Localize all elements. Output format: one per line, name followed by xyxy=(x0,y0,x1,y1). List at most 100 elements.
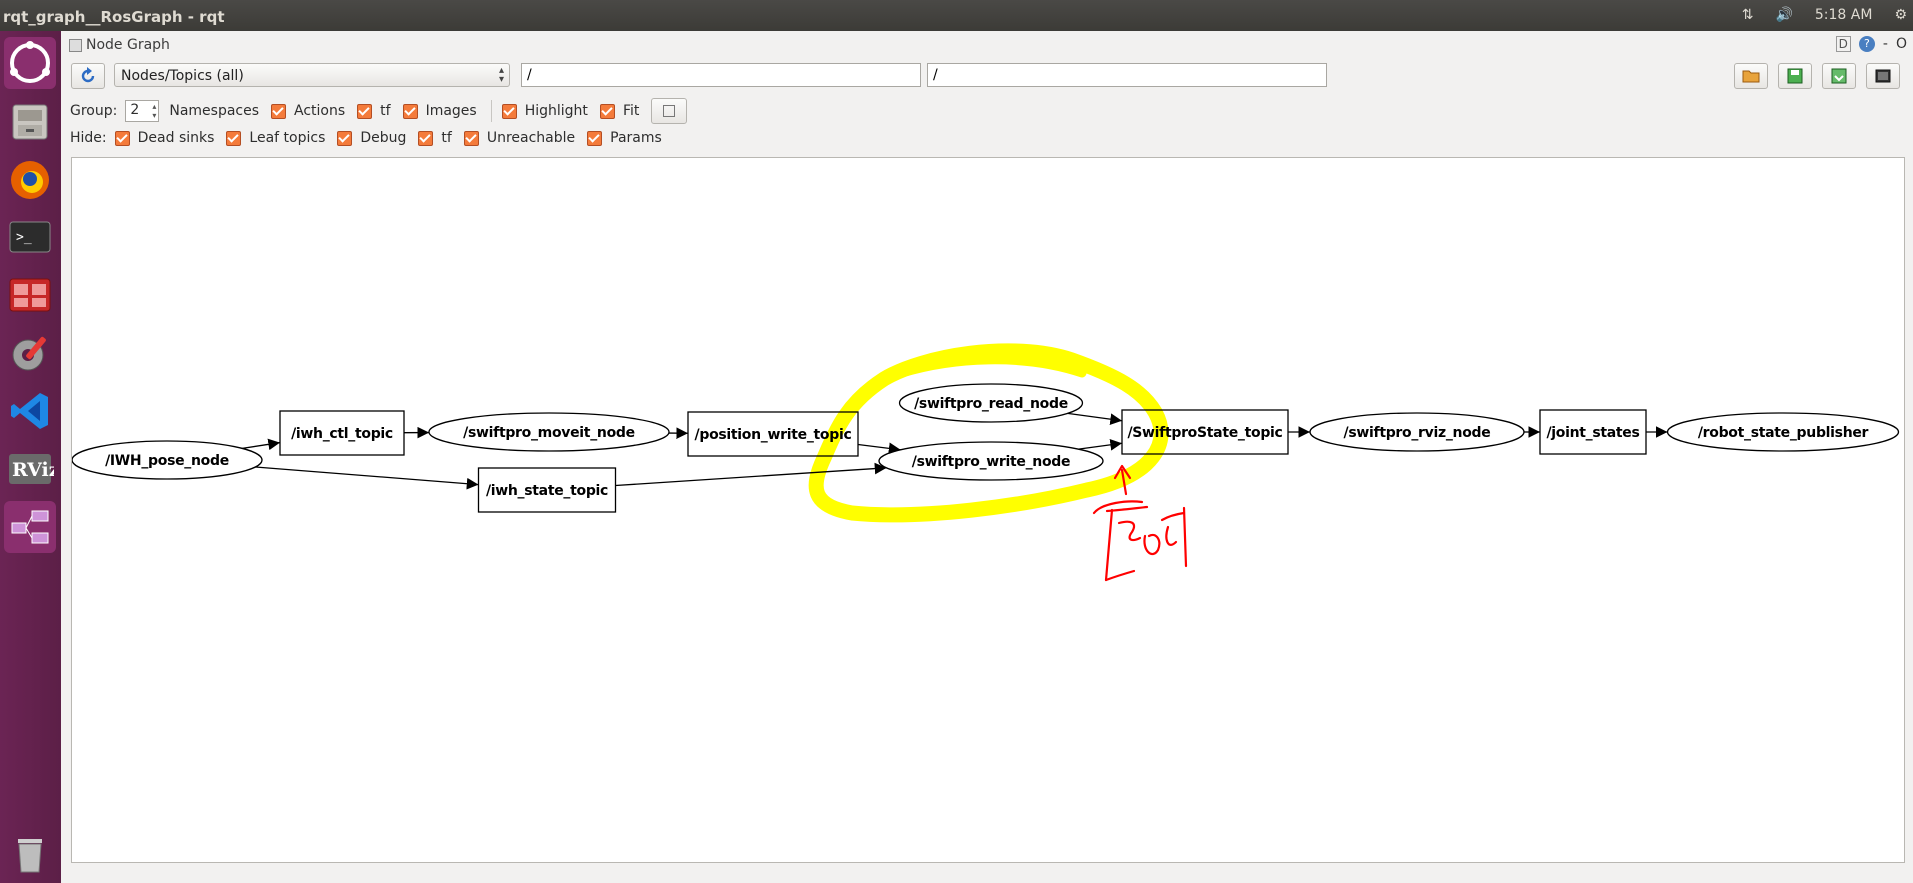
group-checkbox-actions[interactable]: Actions xyxy=(271,103,345,119)
hide-checkbox-leaf-topics[interactable]: Leaf topics xyxy=(226,130,325,146)
node-swiftpro-read-node[interactable]: /swiftpro_read_node xyxy=(898,383,1084,423)
group-checkbox-tf[interactable]: tf xyxy=(357,103,391,119)
checkbox-indicator[interactable] xyxy=(271,103,287,119)
checkbox-indicator[interactable] xyxy=(114,130,130,146)
plugin-window-controls: D ? - O xyxy=(1835,36,1907,52)
launcher-app-button[interactable] xyxy=(4,269,56,321)
launcher-firefox-button[interactable] xyxy=(4,153,56,205)
image-icon xyxy=(1875,69,1891,83)
hide-options-row: Hide: Dead sinks Leaf topics Debug tf Unreac… xyxy=(70,130,674,146)
checkbox-indicator[interactable] xyxy=(501,103,517,119)
checkbox-label: Debug xyxy=(360,130,407,146)
topic-joint-states[interactable]: /joint_states xyxy=(1539,409,1647,455)
node-iwh-pose-node[interactable]: /IWH_pose_node xyxy=(72,440,263,480)
node-robot-state-publisher[interactable]: /robot_state_publisher xyxy=(1666,412,1900,452)
group-spinbox[interactable]: 2 ▴ ▾ xyxy=(125,100,160,122)
group-label: Group: xyxy=(70,103,118,119)
checkbox-label: Fit xyxy=(622,103,640,119)
topic-iwh-ctl-topic[interactable]: /iwh_ctl_topic xyxy=(279,410,405,456)
hide-checkbox-debug[interactable]: Debug xyxy=(337,130,406,146)
ubuntu-logo-icon xyxy=(10,41,50,83)
topic-filter-input[interactable] xyxy=(927,63,1327,87)
group-checkbox-namespaces[interactable]: Namespaces xyxy=(169,103,259,119)
node-swiftpro-rviz-node[interactable]: /swiftpro_rviz_node xyxy=(1309,412,1525,452)
checkbox-indicator[interactable] xyxy=(337,130,353,146)
edge-iwh-pose-node-to-iwh-state-topic xyxy=(255,466,479,490)
launcher-settings-button[interactable] xyxy=(4,327,56,379)
gear-icon[interactable]: ⚙ xyxy=(1894,7,1907,23)
ros-graph-view[interactable]: /IWH_pose_node/iwh_ctl_topic/swiftpro_mo… xyxy=(72,158,1904,862)
group-options-row: Group: 2 ▴ ▾ Namespaces Actions tf Images Hi… xyxy=(70,98,688,124)
checkbox-indicator[interactable] xyxy=(402,103,418,119)
app-launcher: >_ RViz xyxy=(0,31,62,883)
terminal-icon: >_ xyxy=(9,221,51,253)
graph-nodes: /IWH_pose_node/iwh_ctl_topic/swiftpro_mo… xyxy=(72,383,1900,513)
group-checkbox-images[interactable]: Images xyxy=(402,103,477,119)
hide-checkbox-params[interactable]: Params xyxy=(587,130,662,146)
checkbox-indicator[interactable] xyxy=(226,130,242,146)
edge-swiftpro-write-node-to-swiftprostate-topic xyxy=(1078,439,1123,451)
toolbar-separator xyxy=(490,100,492,122)
save-dot-icon xyxy=(1787,68,1803,84)
hide-checkbox-dead-sinks[interactable]: Dead sinks xyxy=(114,130,215,146)
launcher-dash-button[interactable] xyxy=(4,37,56,89)
launcher-trash-button[interactable] xyxy=(4,827,56,879)
node-label: /IWH_pose_node xyxy=(105,453,229,469)
window-title-bar: rqt_graph__RosGraph - rqt ⇅ 🔊 5:18 AM ⚙ xyxy=(0,0,1913,31)
group-checkbox-fit[interactable]: Fit xyxy=(599,103,640,119)
topic-label: /iwh_ctl_topic xyxy=(291,426,393,442)
rqt-network-icon xyxy=(11,510,49,544)
hide-checkbox-list: Dead sinks Leaf topics Debug tf Unreachable P… xyxy=(114,130,674,146)
node-label: /swiftpro_write_node xyxy=(912,454,1070,470)
checkbox-label: tf xyxy=(380,103,391,119)
group-checkbox-list: Namespaces Actions tf Images xyxy=(169,103,488,119)
checkbox-label: Actions xyxy=(294,103,346,119)
checkbox-indicator[interactable] xyxy=(587,130,603,146)
checkbox-indicator[interactable] xyxy=(418,130,434,146)
launcher-rviz-button[interactable]: RViz xyxy=(4,443,56,495)
hide-checkbox-unreachable[interactable]: Unreachable xyxy=(463,130,575,146)
topic-swiftprostate-topic[interactable]: /SwiftproState_topic xyxy=(1121,409,1289,455)
launcher-rqt-button[interactable] xyxy=(4,501,56,553)
svg-text:>_: >_ xyxy=(16,230,32,245)
checkbox-label: Params xyxy=(610,130,662,146)
checkbox-indicator[interactable] xyxy=(463,130,479,146)
node-filter-input[interactable] xyxy=(521,63,921,87)
dock-button[interactable]: D xyxy=(1835,36,1851,52)
graph-type-value: Nodes/Topics (all) xyxy=(121,68,244,84)
network-icon[interactable]: ⇅ xyxy=(1742,7,1754,23)
spin-arrows-icon[interactable]: ▴ ▾ xyxy=(152,102,156,120)
topic-label: /SwiftproState_topic xyxy=(1127,425,1282,441)
checkbox-label: Dead sinks xyxy=(137,130,215,146)
minimize-button[interactable]: - xyxy=(1883,36,1888,52)
volume-icon[interactable]: 🔊 xyxy=(1775,7,1792,23)
combo-arrows-icon: ▴ ▾ xyxy=(498,65,504,85)
rviz-icon: RViz xyxy=(9,454,54,484)
launcher-vscode-button[interactable] xyxy=(4,385,56,437)
window-title: rqt_graph__RosGraph - rqt xyxy=(3,8,225,26)
checkbox-indicator[interactable] xyxy=(357,103,373,119)
graph-canvas[interactable]: /IWH_pose_node/iwh_ctl_topic/swiftpro_mo… xyxy=(71,157,1905,863)
node-swiftpro-write-node[interactable]: /swiftpro_write_node xyxy=(878,441,1104,481)
edge-iwh-state-topic-to-swiftpro-write-node xyxy=(615,462,887,487)
launcher-terminal-button[interactable]: >_ xyxy=(4,211,56,263)
hide-checkbox-tf[interactable]: tf xyxy=(418,130,452,146)
folder-open-icon xyxy=(1742,70,1760,83)
checkbox-indicator[interactable] xyxy=(599,103,615,119)
file-cabinet-icon xyxy=(12,104,48,140)
graph-type-combobox[interactable]: Nodes/Topics (all) ▴ ▾ xyxy=(114,63,510,87)
help-button[interactable]: ? xyxy=(1858,36,1875,52)
topic-label: /joint_states xyxy=(1546,425,1639,441)
launcher-files-button[interactable] xyxy=(4,95,56,147)
fit-in-view-button[interactable] xyxy=(651,98,688,124)
close-button[interactable]: O xyxy=(1896,36,1907,52)
refresh-button[interactable] xyxy=(71,63,105,89)
save-image-button[interactable] xyxy=(1866,63,1900,89)
clock[interactable]: 5:18 AM xyxy=(1815,7,1873,23)
topic-iwh-state-topic[interactable]: /iwh_state_topic xyxy=(477,467,617,513)
save-svg-button[interactable] xyxy=(1822,63,1856,89)
save-dot-button[interactable] xyxy=(1778,63,1812,89)
node-swiftpro-moveit-node[interactable]: /swiftpro_moveit_node xyxy=(428,412,670,452)
group-checkbox-highlight[interactable]: Highlight xyxy=(501,103,588,119)
load-dot-button[interactable] xyxy=(1734,63,1768,89)
